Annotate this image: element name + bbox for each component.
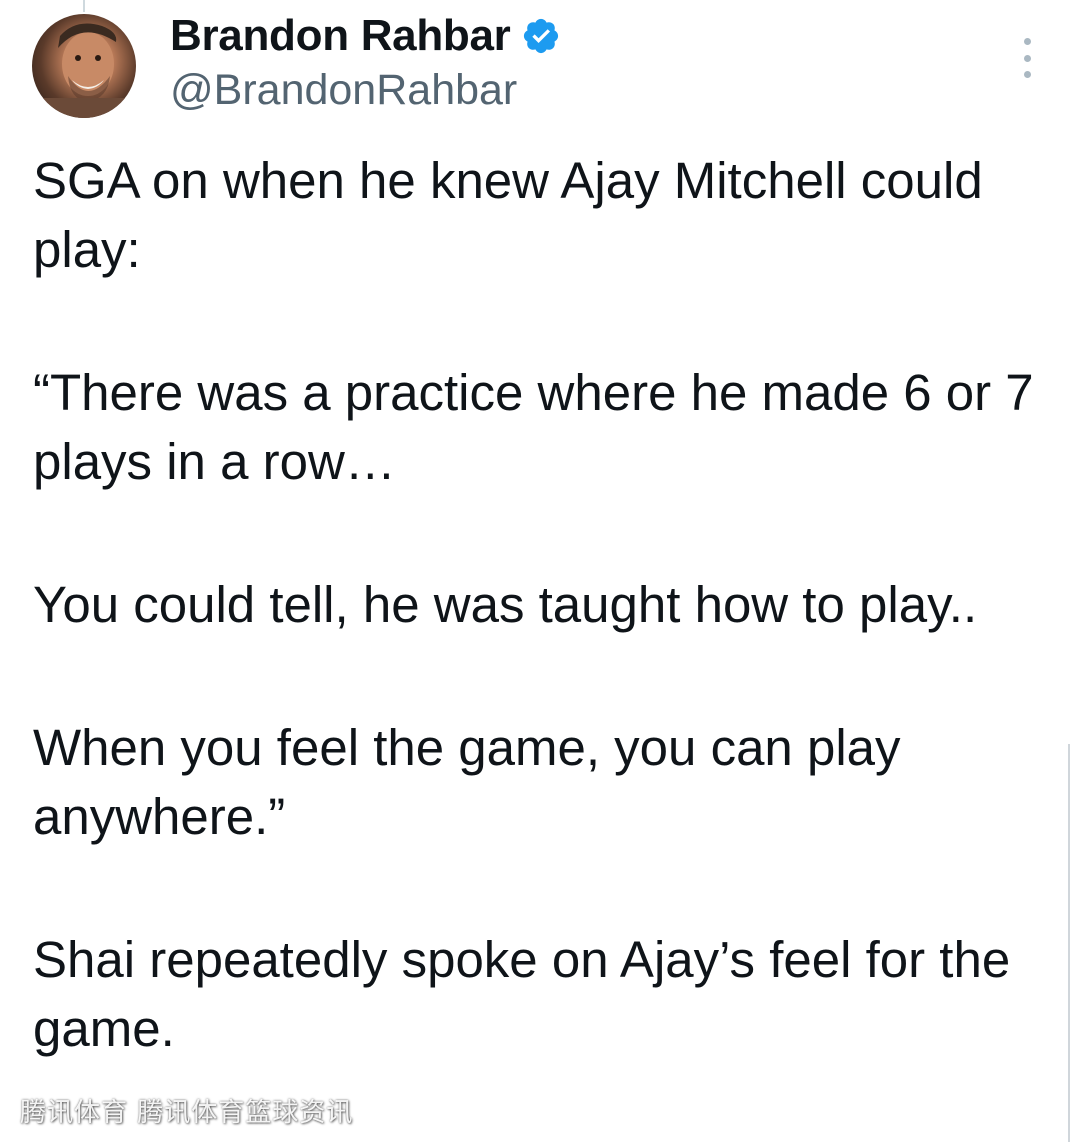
tweet-paragraph: “There was a practice where he made 6 or… <box>33 364 1034 490</box>
more-options-icon[interactable] <box>1010 38 1044 78</box>
tweet-text: SGA on when he knew Ajay Mitchell could … <box>33 146 1043 1063</box>
author-name-row: Brandon Rahbar <box>170 10 561 62</box>
tweet-paragraph: You could tell, he was taught how to pla… <box>33 576 978 633</box>
avatar[interactable] <box>32 14 136 118</box>
author-display-name[interactable]: Brandon Rahbar <box>170 11 511 61</box>
tweet-paragraph: Shai repeatedly spoke on Ajay’s feel for… <box>33 931 1011 1057</box>
thread-connector-line <box>83 0 85 12</box>
more-dot <box>1023 54 1031 62</box>
author-handle[interactable]: @BrandonRahbar <box>170 66 517 115</box>
tweet-paragraph: SGA on when he knew Ajay Mitchell could … <box>33 152 983 278</box>
more-dot <box>1023 38 1031 45</box>
more-dot <box>1023 71 1031 78</box>
verified-badge-icon <box>521 16 561 56</box>
watermark: 腾讯体育 腾讯体育篮球资讯 <box>20 1098 354 1128</box>
tweet-paragraph: When you feel the game, you can play any… <box>33 719 901 845</box>
